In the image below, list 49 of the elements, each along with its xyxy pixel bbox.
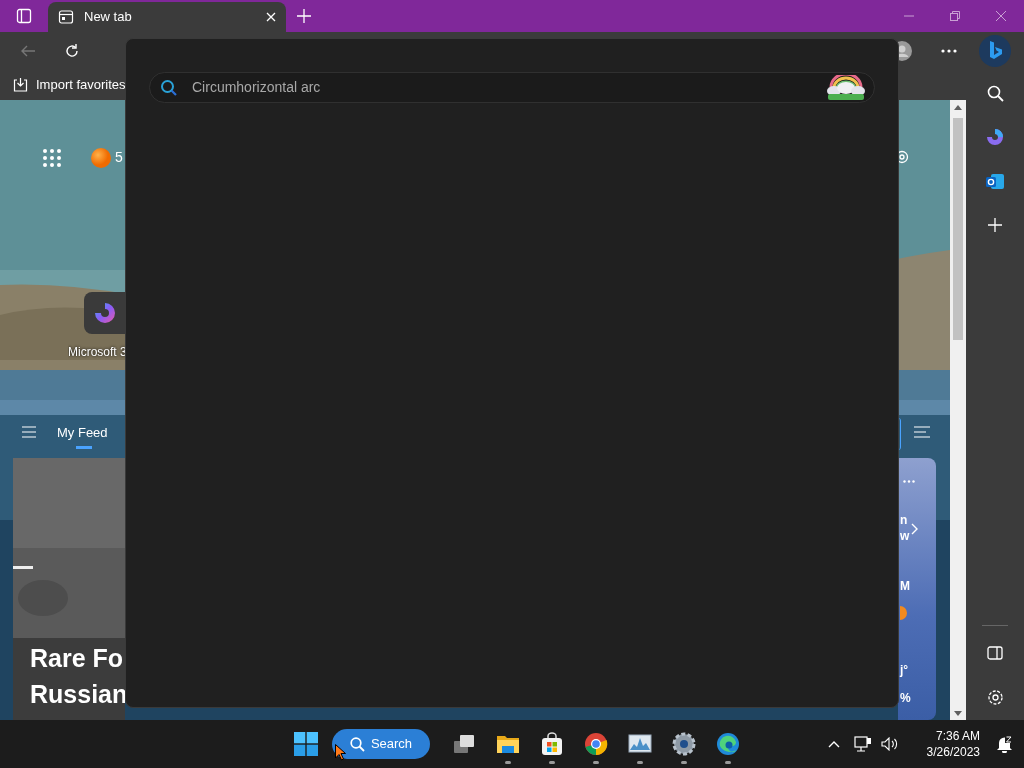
- bell-icon: [995, 735, 1013, 753]
- more-icon: [941, 49, 957, 53]
- refresh-icon: [64, 43, 80, 59]
- running-indicator: [549, 761, 555, 764]
- network-icon: [854, 736, 872, 752]
- page-icon: [58, 9, 74, 25]
- tabs-icon: [16, 8, 32, 24]
- close-tab-button[interactable]: [266, 12, 276, 22]
- running-indicator: [505, 761, 511, 764]
- mouse-pointer-icon: [335, 744, 346, 761]
- monitor-chart-icon: [628, 732, 652, 756]
- search-icon: [160, 78, 178, 97]
- store-bag-icon: [540, 732, 564, 756]
- sidebar-panel-icon: [987, 646, 1003, 660]
- scrollbar-thumb[interactable]: [953, 118, 963, 340]
- speaker-icon: [881, 737, 899, 751]
- running-indicator: [593, 761, 599, 764]
- close-icon: [996, 11, 1006, 21]
- search-bar[interactable]: Circumhorizontal arc: [149, 72, 875, 103]
- gear-icon: [986, 688, 1004, 706]
- running-indicator: [681, 761, 687, 764]
- running-indicator: [725, 761, 731, 764]
- gear-icon: [672, 732, 696, 756]
- bing-button[interactable]: [979, 35, 1011, 67]
- search-button[interactable]: Search: [332, 729, 430, 759]
- close-icon: [266, 12, 276, 22]
- clock-button[interactable]: 7:36 AM 3/26/2023: [916, 728, 980, 760]
- back-arrow-icon: [20, 43, 36, 59]
- search-icon: [349, 736, 365, 752]
- favorites-bar-item[interactable]: Import favorites: [12, 75, 126, 95]
- import-icon: [12, 77, 29, 93]
- up-arrow-icon: [954, 104, 962, 110]
- plus-icon: [988, 218, 1002, 232]
- caret-up-icon: [828, 740, 840, 748]
- search-field[interactable]: Circumhorizontal arc: [178, 76, 826, 99]
- tab-title: New tab: [84, 8, 133, 27]
- browser-tab[interactable]: New tab: [48, 2, 286, 32]
- copilot-logo-icon: [986, 128, 1004, 146]
- plus-icon: [297, 9, 311, 23]
- search-icon: [986, 84, 1004, 102]
- windows-logo-icon: [294, 732, 318, 756]
- edge-logo-icon: [716, 732, 740, 756]
- down-arrow-icon: [954, 710, 962, 716]
- outlook-logo-icon: [986, 172, 1004, 190]
- running-indicator: [637, 761, 643, 764]
- task-view-icon: [452, 732, 476, 756]
- restore-icon: [950, 11, 960, 21]
- chrome-logo-icon: [584, 732, 608, 756]
- rainbow-cloud-icon: [826, 74, 866, 101]
